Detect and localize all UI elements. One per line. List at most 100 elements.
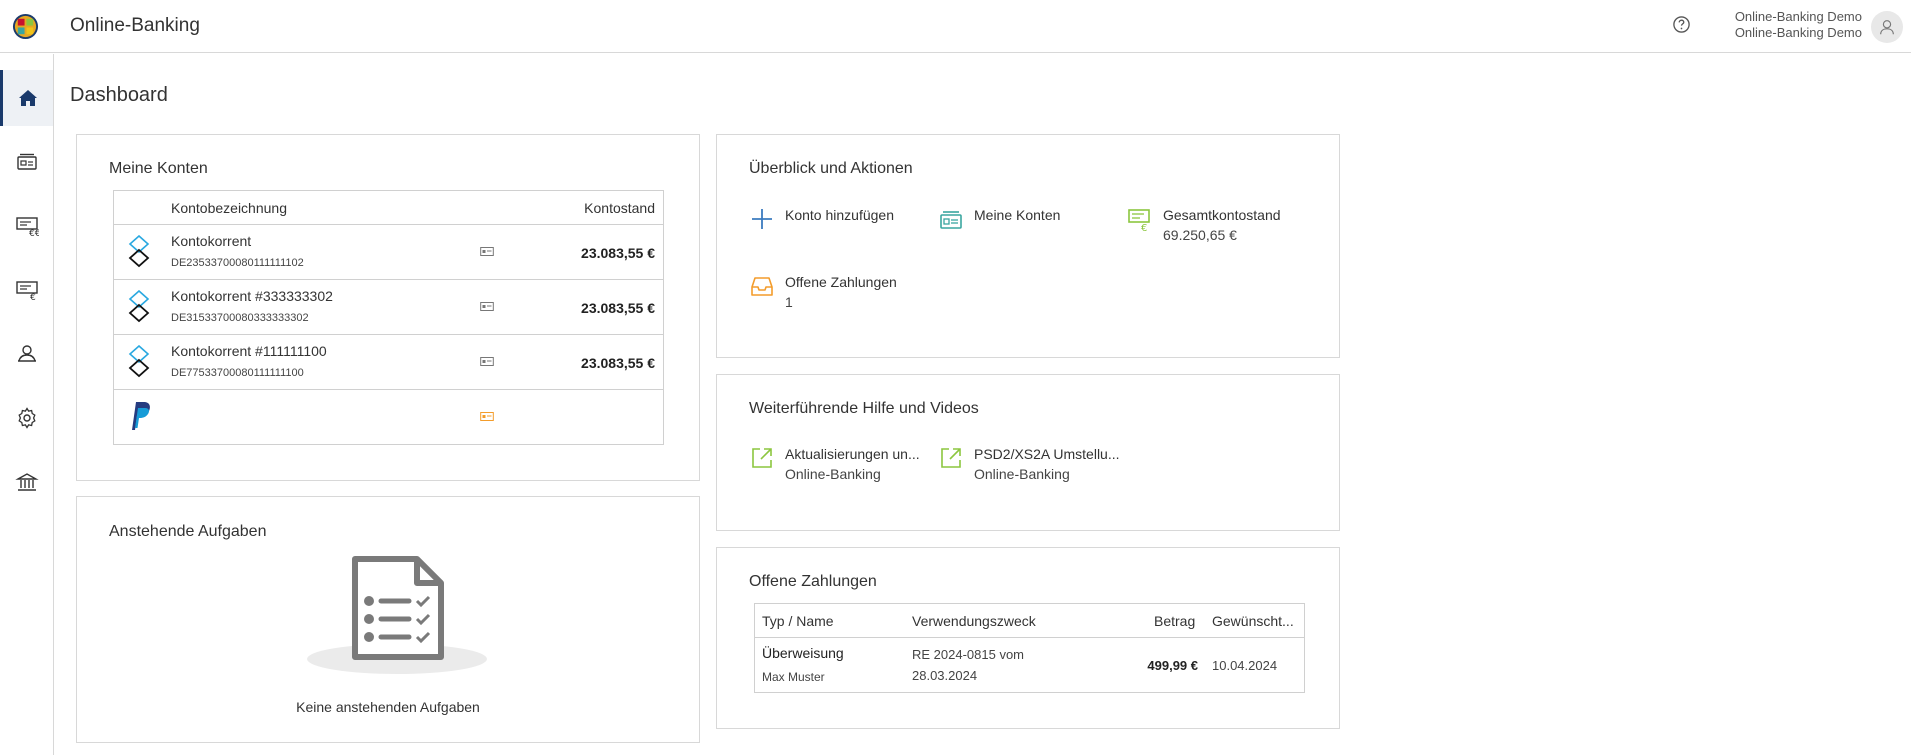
overview-card-title: Überblick und Aktionen	[749, 160, 913, 177]
bank-account-icon	[128, 235, 150, 268]
table-row[interactable]: Überweisung Max Muster RE 2024-0815 vom …	[755, 638, 1304, 693]
help-link-psd2[interactable]: PSD2/XS2A Umstellu... Online-Banking	[938, 445, 1120, 485]
col-type-name: Typ / Name	[762, 613, 834, 629]
accounts-table: Kontobezeichnung Kontostand Kontokorrent…	[113, 190, 664, 445]
help-card-title: Weiterführende Hilfe und Videos	[749, 400, 979, 417]
my-accounts-label: Meine Konten	[974, 207, 1061, 223]
payments-card: Offene Zahlungen Typ / Name Verwendungsz…	[716, 547, 1340, 729]
payments-card-title: Offene Zahlungen	[749, 573, 877, 590]
payments-table: Typ / Name Verwendungszweck Betrag Gewün…	[754, 603, 1305, 693]
sidebar-item-bank[interactable]	[0, 454, 53, 510]
total-balance-label: Gesamtkontostand	[1163, 207, 1281, 223]
account-row[interactable]: Kontokorrent #333333302 DE31533700080333…	[114, 279, 663, 334]
sidebar-item-transfers[interactable]: €€	[0, 198, 53, 254]
account-balance: 23.083,55 €	[581, 245, 655, 261]
col-desired-date: Gewünscht...	[1212, 613, 1294, 629]
account-name: Kontokorrent #333333302	[171, 288, 333, 304]
card-icon[interactable]	[480, 301, 494, 312]
accounts-icon	[940, 211, 962, 229]
col-account-name: Kontobezeichnung	[171, 200, 287, 216]
help-icon[interactable]	[1672, 15, 1691, 34]
tasks-empty-text: Keine anstehenden Aufgaben	[296, 699, 480, 715]
help-link-sub: Online-Banking	[974, 466, 1070, 482]
col-balance: Kontostand	[584, 200, 655, 216]
svg-text:€€: €€	[29, 229, 39, 238]
tasks-card-title: Anstehende Aufgaben	[109, 523, 267, 540]
accounts-table-header: Kontobezeichnung Kontostand	[114, 191, 663, 224]
help-link-title: PSD2/XS2A Umstellu...	[974, 446, 1120, 462]
sidebar-item-standing-orders[interactable]: €	[0, 262, 53, 318]
inbox-icon	[751, 277, 773, 296]
home-icon	[19, 90, 37, 106]
add-account-action[interactable]: Konto hinzufügen	[749, 206, 894, 232]
account-iban: DE77533700080111111100	[171, 367, 304, 379]
transfer-euro-icon: €€	[15, 217, 39, 238]
card-icon[interactable]	[480, 246, 494, 257]
gear-icon	[17, 407, 36, 429]
user-org: Online-Banking Demo	[1734, 25, 1862, 40]
plus-icon	[752, 209, 772, 229]
payment-date: 10.04.2024	[1212, 658, 1278, 673]
my-accounts-action[interactable]: Meine Konten	[938, 206, 1060, 232]
order-euro-icon: €	[15, 281, 38, 302]
accounts-card: Meine Konten Kontobezeichnung Kontostand…	[76, 134, 700, 481]
account-name: Kontokorrent	[171, 233, 252, 249]
sidebar-item-accounts[interactable]	[0, 134, 53, 190]
user-name: Online-Banking Demo	[1734, 9, 1862, 24]
help-link-title: Aktualisierungen un...	[785, 446, 920, 462]
open-payments-count: 1	[785, 294, 793, 310]
accounts-card-title: Meine Konten	[109, 160, 208, 177]
col-purpose: Verwendungszweck	[912, 613, 1036, 629]
external-link-icon	[941, 448, 961, 468]
task-document-icon	[307, 556, 487, 674]
bank-account-icon	[128, 290, 150, 323]
accounts-icon	[16, 153, 37, 170]
help-link-updates[interactable]: Aktualisierungen un... Online-Banking	[749, 445, 920, 485]
overview-card: Überblick und Aktionen Konto hinzufügen …	[716, 134, 1340, 358]
account-iban: DE31533700080333333302	[171, 312, 309, 324]
user-info[interactable]: Online-Banking Demo Online-Banking Demo	[1735, 9, 1862, 41]
bank-logo-icon[interactable]	[12, 13, 39, 40]
card-icon-orange[interactable]	[480, 411, 494, 422]
payment-recipient: Max Muster	[762, 670, 825, 684]
svg-text:€: €	[1141, 223, 1147, 232]
col-amount: Betrag	[1154, 613, 1196, 629]
account-iban: DE23533700080111111102	[171, 257, 304, 269]
bank-building-icon	[14, 473, 39, 491]
page-title: Dashboard	[70, 84, 168, 106]
help-card: Weiterführende Hilfe und Videos Aktualis…	[716, 374, 1340, 531]
account-row-paypal[interactable]	[114, 389, 663, 444]
add-account-label: Konto hinzufügen	[785, 207, 894, 223]
total-balance-action[interactable]: € Gesamtkontostand 69.250,65 €	[1127, 206, 1281, 246]
payment-type: Überweisung	[762, 645, 844, 661]
bank-account-icon	[128, 345, 150, 378]
sidebar-item-home[interactable]	[0, 70, 53, 126]
person-desk-icon	[17, 345, 36, 362]
user-icon	[1880, 20, 1894, 35]
payment-purpose-line1: RE 2024-0815 vom	[912, 647, 1025, 662]
account-row[interactable]: Kontokorrent #111111100 DE77533700080111…	[114, 334, 663, 389]
total-balance-value: 69.250,65 €	[1163, 227, 1237, 243]
paypal-icon	[132, 402, 150, 430]
balance-euro-icon: €	[1128, 209, 1150, 232]
account-balance: 23.083,55 €	[581, 355, 655, 371]
sidebar-item-settings[interactable]	[0, 390, 53, 446]
card-icon[interactable]	[480, 356, 494, 367]
avatar[interactable]	[1871, 11, 1903, 43]
open-payments-label: Offene Zahlungen	[785, 274, 897, 290]
payment-purpose-line2: 28.03.2024	[912, 668, 978, 683]
app-title: Online-Banking	[70, 15, 200, 36]
payments-table-header: Typ / Name Verwendungszweck Betrag Gewün…	[755, 604, 1304, 638]
top-header: Online-Banking Online-Banking Demo Onlin…	[0, 0, 1911, 53]
payment-amount: 499,99 €	[1147, 658, 1198, 673]
sidebar: €€ €	[0, 54, 54, 755]
tasks-card: Anstehende Aufgaben Keine anstehenden Au…	[76, 496, 700, 743]
sidebar-item-contacts[interactable]	[0, 326, 53, 382]
account-balance: 23.083,55 €	[581, 300, 655, 316]
account-name: Kontokorrent #111111100	[171, 343, 327, 359]
account-row[interactable]: Kontokorrent DE23533700080111111102 23.0…	[114, 224, 663, 279]
external-link-icon	[752, 448, 772, 468]
open-payments-action[interactable]: Offene Zahlungen 1	[749, 273, 897, 313]
svg-text:€: €	[30, 293, 36, 302]
help-link-sub: Online-Banking	[785, 466, 881, 482]
